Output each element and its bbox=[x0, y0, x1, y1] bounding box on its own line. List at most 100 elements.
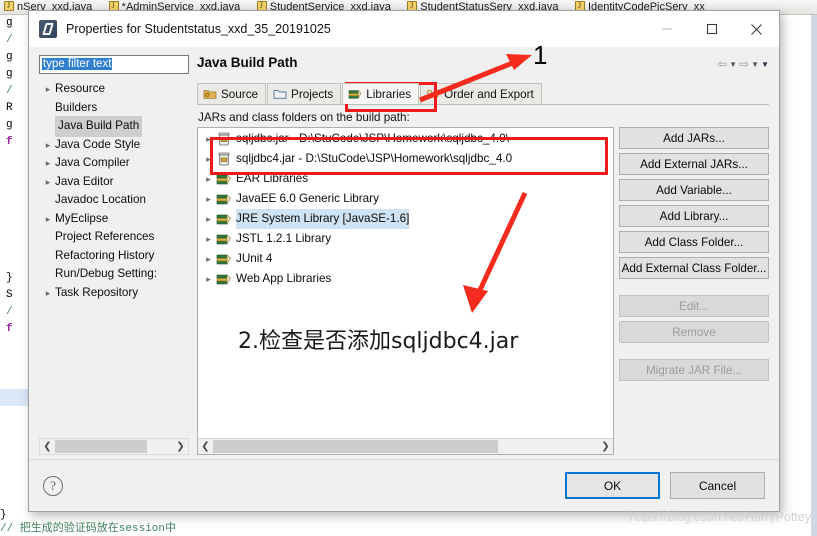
list-item[interactable]: ▸ JUnit 4 bbox=[198, 249, 613, 269]
filter-input[interactable]: type filter text bbox=[39, 55, 189, 74]
dialog-footer: ? OK Cancel bbox=[29, 459, 779, 511]
library-icon bbox=[216, 194, 231, 206]
close-button[interactable] bbox=[734, 11, 779, 47]
tree-item-myeclipse[interactable]: ▸ MyEclipse bbox=[39, 210, 189, 229]
tree-item-resource[interactable]: ▸ Resource bbox=[39, 80, 189, 99]
remove-button[interactable]: Remove bbox=[619, 321, 769, 343]
list-item[interactable]: ▸ sqljdbc.jar - D:\StuCode\JSP\Homework\… bbox=[198, 129, 613, 149]
scroll-right-icon[interactable]: ❯ bbox=[598, 441, 613, 452]
migrate-jar-file-button[interactable]: Migrate JAR File... bbox=[619, 359, 769, 381]
dialog-titlebar[interactable]: Properties for Studentstatus_xxd_35_2019… bbox=[29, 11, 779, 47]
scroll-left-icon[interactable]: ❮ bbox=[40, 441, 55, 452]
minimize-button[interactable] bbox=[644, 11, 689, 47]
settings-tree[interactable]: ▸Resource ▸Builders ▸Java Build Path ▸Ja… bbox=[39, 80, 189, 436]
back-arrow-icon[interactable]: ⇦ bbox=[717, 57, 727, 71]
list-item[interactable]: ▸ EAR Libraries bbox=[198, 169, 613, 189]
tree-item-java-code-style[interactable]: ▸ Java Code Style bbox=[39, 136, 189, 155]
scrollbar-thumb[interactable] bbox=[55, 440, 148, 453]
list-item[interactable]: ▸ Web App Libraries bbox=[198, 269, 613, 289]
page-nav-arrows[interactable]: ⇦ ▼ ⇨ ▼ ▼ bbox=[717, 55, 769, 71]
ide-right-edge bbox=[811, 15, 817, 536]
scrollbar-thumb[interactable] bbox=[213, 440, 498, 453]
order-export-icon bbox=[426, 89, 439, 99]
add-external-class-folder-button[interactable]: Add External Class Folder... bbox=[619, 257, 769, 279]
tree-item-label: Task Repository bbox=[55, 285, 139, 299]
back-dropdown-icon[interactable]: ▼ bbox=[729, 60, 737, 69]
list-item-label: JSTL 1.2.1 Library bbox=[236, 232, 332, 245]
dialog-left-column: type filter text ▸Resource ▸Builders ▸Ja… bbox=[39, 55, 189, 455]
tree-horizontal-scrollbar[interactable]: ❮ ❯ bbox=[39, 438, 189, 455]
tree-item-label: Builders bbox=[55, 100, 98, 114]
tree-item-java-editor[interactable]: ▸ Java Editor bbox=[39, 173, 189, 192]
help-icon[interactable]: ? bbox=[43, 475, 63, 496]
tab-libraries[interactable]: Libraries bbox=[342, 83, 420, 104]
scrollbar-track[interactable] bbox=[55, 440, 173, 453]
add-class-folder-button[interactable]: Add Class Folder... bbox=[619, 231, 769, 253]
chevron-right-icon[interactable]: ▸ bbox=[201, 129, 216, 149]
tree-item-project-references[interactable]: ▸Project References bbox=[39, 228, 189, 247]
chevron-right-icon[interactable]: ▸ bbox=[201, 149, 216, 169]
forward-dropdown-icon[interactable]: ▼ bbox=[751, 60, 759, 69]
build-path-entries[interactable]: ▸ sqljdbc.jar - D:\StuCode\JSP\Homework\… bbox=[198, 128, 613, 438]
properties-dialog: Properties for Studentstatus_xxd_35_2019… bbox=[28, 10, 780, 512]
maximize-button[interactable] bbox=[689, 11, 734, 47]
tab-label: Source bbox=[221, 87, 259, 101]
scroll-right-icon[interactable]: ❯ bbox=[173, 441, 188, 452]
build-path-listbox[interactable]: ▸ sqljdbc.jar - D:\StuCode\JSP\Homework\… bbox=[197, 127, 614, 455]
chevron-right-icon[interactable]: ▸ bbox=[201, 269, 216, 289]
chevron-right-icon[interactable]: ▸ bbox=[201, 229, 216, 249]
tab-source[interactable]: Source bbox=[197, 83, 267, 104]
chevron-right-icon[interactable]: ▸ bbox=[201, 249, 216, 269]
tab-label: Order and Export bbox=[444, 87, 534, 101]
chevron-right-icon[interactable]: ▸ bbox=[201, 209, 216, 229]
source-folder-icon bbox=[203, 90, 217, 99]
dialog-title: Properties for Studentstatus_xxd_35_2019… bbox=[66, 22, 331, 36]
chevron-right-icon[interactable]: ▸ bbox=[201, 189, 216, 209]
tree-item-label: Project References bbox=[55, 230, 155, 243]
library-icon bbox=[216, 174, 231, 186]
footer-buttons: OK Cancel bbox=[565, 472, 765, 499]
cancel-button[interactable]: Cancel bbox=[670, 472, 765, 499]
tree-item-label: Java Editor bbox=[55, 174, 114, 188]
forward-arrow-icon[interactable]: ⇨ bbox=[739, 57, 749, 71]
library-icon bbox=[216, 234, 231, 246]
add-library-button[interactable]: Add Library... bbox=[619, 205, 769, 227]
tree-item-java-compiler[interactable]: ▸ Java Compiler bbox=[39, 154, 189, 173]
build-path-label: JARs and class folders on the build path… bbox=[198, 111, 410, 124]
page-header: Java Build Path ⇦ ▼ ⇨ ▼ ▼ bbox=[197, 55, 769, 81]
page-tabstrip[interactable]: Source Projects Libraries Order and Expo… bbox=[197, 83, 769, 105]
add-jars-button[interactable]: Add JARs... bbox=[619, 127, 769, 149]
scrollbar-track[interactable] bbox=[213, 440, 598, 453]
tree-item-refactoring-history[interactable]: ▸Refactoring History bbox=[39, 247, 189, 266]
projects-folder-icon bbox=[273, 90, 287, 99]
tab-projects[interactable]: Projects bbox=[267, 83, 342, 104]
tree-item-javadoc-location[interactable]: ▸Javadoc Location bbox=[39, 191, 189, 210]
scroll-left-icon[interactable]: ❮ bbox=[198, 441, 213, 452]
tree-item-task-repository[interactable]: ▸ Task Repository bbox=[39, 284, 189, 303]
tab-order-and-export[interactable]: Order and Export bbox=[420, 83, 542, 104]
list-item-label: JRE System Library [JavaSE-1.6] bbox=[236, 209, 410, 229]
list-horizontal-scrollbar[interactable]: ❮ ❯ bbox=[198, 438, 613, 454]
tree-item-run-debug-settings[interactable]: ▸Run/Debug Setting: bbox=[39, 265, 189, 284]
menu-dropdown-icon[interactable]: ▼ bbox=[761, 60, 769, 69]
list-item[interactable]: ▸ JSTL 1.2.1 Library bbox=[198, 229, 613, 249]
chevron-right-icon: ▸ bbox=[45, 139, 51, 150]
add-variable-button[interactable]: Add Variable... bbox=[619, 179, 769, 201]
edit-button[interactable]: Edit... bbox=[619, 295, 769, 317]
tree-item-label: MyEclipse bbox=[55, 211, 109, 225]
list-item[interactable]: ▸ JavaEE 6.0 Generic Library bbox=[198, 189, 613, 209]
chevron-right-icon: ▸ bbox=[45, 158, 51, 168]
chevron-right-icon[interactable]: ▸ bbox=[201, 169, 216, 189]
tree-item-label: Java Compiler bbox=[55, 156, 130, 169]
tree-item-java-build-path[interactable]: ▸Java Build Path bbox=[39, 116, 189, 137]
tree-item-label: Javadoc Location bbox=[55, 193, 146, 206]
add-external-jars-button[interactable]: Add External JARs... bbox=[619, 153, 769, 175]
list-item-jre-system-library[interactable]: ▸ JRE System Library [JavaSE-1.6] bbox=[198, 209, 613, 229]
list-area: ▸ sqljdbc.jar - D:\StuCode\JSP\Homework\… bbox=[197, 127, 769, 455]
list-item[interactable]: ▸ sqljdbc4.jar - D:\StuCode\JSP\Homework… bbox=[198, 149, 613, 169]
ok-button[interactable]: OK bbox=[565, 472, 660, 499]
eclipse-app-icon bbox=[39, 20, 57, 38]
jar-icon bbox=[218, 132, 230, 146]
tab-label: Projects bbox=[291, 87, 334, 101]
tree-item-builders[interactable]: ▸Builders bbox=[39, 99, 189, 118]
